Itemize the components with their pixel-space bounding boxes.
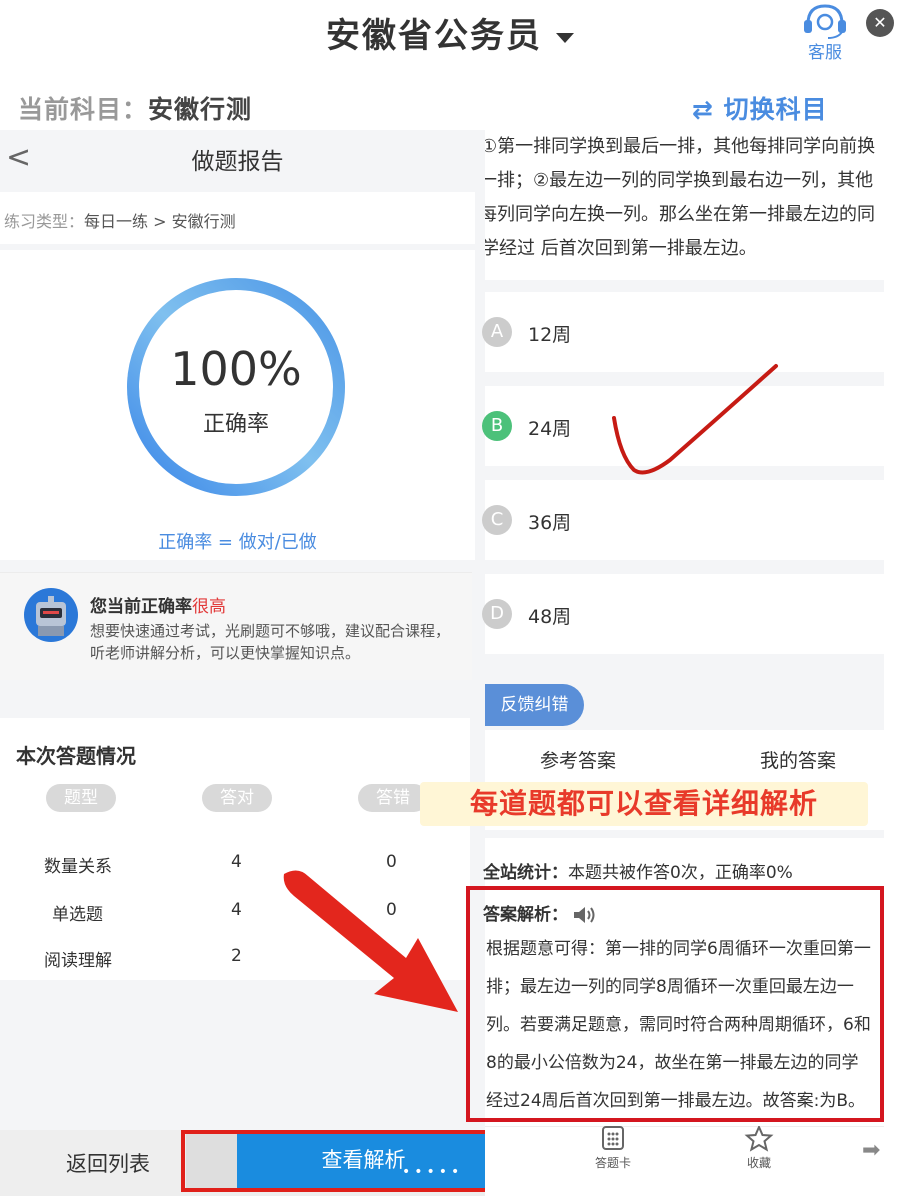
answer-card-label: 答题卡 [594,1156,631,1170]
accuracy-label: 正确率 [202,412,269,437]
app-title-text: 安徽省公务员 [326,16,542,56]
subject-value: 安徽行测 [148,95,253,124]
report-title: 做题报告 [191,149,284,175]
switch-subject-label: 切换科目 [723,95,828,124]
stats-row-type: 单选题 [52,905,103,925]
switch-icon: ⇄ [692,95,724,124]
feedback-button[interactable]: 反馈纠错 [485,684,584,726]
stats-row-type: 数量关系 [44,857,112,877]
accuracy-formula: 正确率 = 做对/已做 [158,532,317,553]
accuracy-value: 100% [170,342,302,396]
annotation-outline-button [181,1130,493,1192]
stats-row-correct: 2 [231,946,242,966]
question-line: 一排；②最左边一列的同学换到最右边一列，其他 [485,170,874,191]
breadcrumb-prefix: 练习类型： [4,212,85,231]
headset-icon [804,4,846,39]
option-c-badge: C [482,505,512,535]
header-correct-chip: 答对 [202,784,272,812]
app-title[interactable]: 安徽省公务员 [0,8,900,57]
tip-title: 您当前正确率很高 [90,592,226,617]
question-line: 每列同学向左换一列。那么坐在第一排最左边的同 [485,204,875,225]
my-answer-label: 我的答案 [760,750,837,772]
stats-row-correct: 4 [231,900,242,920]
tip-title-prefix: 您当前正确率 [90,597,192,617]
option-a-text: 12周 [528,324,572,346]
star-icon [744,1126,774,1152]
site-stats: 全站统计：本题共被作答0次，正确率0% [483,858,793,883]
question-bottom-bar [485,1126,885,1196]
close-icon[interactable]: ✕ [866,9,894,37]
customer-service-label: 客服 [808,43,842,63]
option-d-badge: D [482,599,512,629]
stats-row-correct: 4 [231,852,242,872]
subject-prefix: 当前科目： [18,95,149,124]
site-stats-value: 本题共被作答0次，正确率0% [568,863,793,883]
option-c-text: 36周 [528,512,572,534]
reference-answer-label: 参考答案 [540,750,617,772]
chevron-down-icon [556,32,574,43]
favorite-tab[interactable]: 收藏 [736,1126,782,1171]
back-to-list-button[interactable]: 返回列表 [66,1148,150,1178]
switch-subject-button[interactable]: ⇄ 切换科目 [692,90,828,126]
checkmark-annotation-icon [600,356,790,486]
option-a-badge: A [482,317,512,347]
right-edge [884,60,900,1196]
arrow-annotation-icon [278,862,468,1022]
current-subject: 当前科目：安徽行测 [18,90,252,126]
arrow-right-icon[interactable]: ➡ [862,1138,880,1163]
annotation-outline-analysis [466,886,884,1122]
annotation-banner: 每道题都可以查看详细解析 [420,782,868,826]
option-d-text: 48周 [528,606,572,628]
stats-title: 本次答题情况 [16,744,136,768]
answer-card-tab[interactable]: 答题卡 [590,1126,636,1171]
site-stats-label: 全站统计： [483,863,568,883]
option-b-badge: B [482,411,512,441]
question-line: ①第一排同学换到最后一排，其他每排同学向前换 [485,136,876,157]
header-type-chip: 题型 [46,784,116,812]
robot-avatar-icon [24,588,78,642]
tip-title-highlight: 很高 [192,597,226,617]
question-stem: ①第一排同学换到最后一排，其他每排同学向前换 一排；②最左边一列的同学换到最右边… [485,130,885,266]
breadcrumb-path: 每日一练 > 安徽行测 [84,212,236,231]
stats-row-type: 阅读理解 [44,951,112,971]
breadcrumb: 练习类型：每日一练 > 安徽行测 [4,208,236,232]
header-wrong-chip: 答错 [358,784,428,812]
favorite-label: 收藏 [746,1156,771,1170]
answer-card-icon [602,1126,624,1150]
question-line: 学经过 后首次回到第一排最左边。 [485,238,757,259]
customer-service-button[interactable]: 客服 [796,0,854,63]
option-b-text: 24周 [528,418,572,440]
tip-body: 想要快速通过考试，光刷题可不够哦，建议配合课程，听老师讲解分析，可以更快掌握知识… [90,622,451,662]
